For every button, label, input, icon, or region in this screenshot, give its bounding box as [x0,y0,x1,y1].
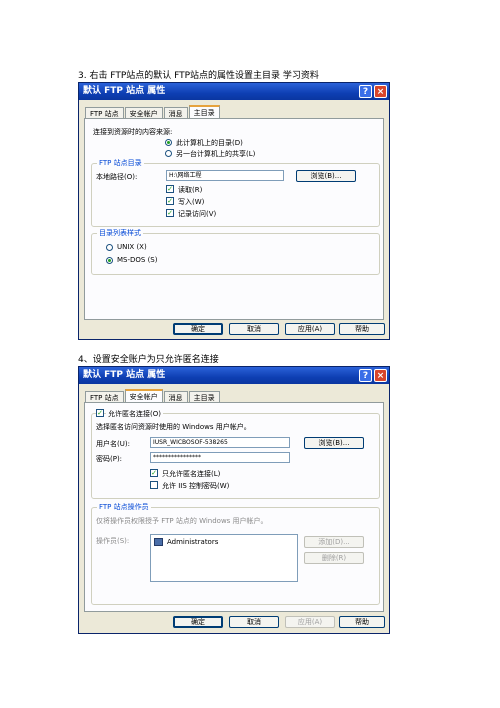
security-accounts-panel: ✓ 允许匿名连接(O) 选择匿名访问资源时使用的 Windows 用户帐户。 用… [84,402,384,612]
only-anonymous-label: 只允许匿名连接(L) [162,470,221,478]
group-title: FTP 站点操作员 [97,502,151,512]
allow-anonymous-label: 允许匿名连接(O) [106,409,163,419]
listing-style-group: 目录列表样式 UNIX (X) MS-DOS (S) [91,228,380,275]
help-icon[interactable]: ? [359,369,372,382]
select-account-text: 选择匿名访问资源时使用的 Windows 用户帐户。 [96,423,251,431]
iis-password-label: 允许 IIS 控制密码(W) [162,482,230,490]
operators-label: 操作员(S): [96,537,130,545]
only-anonymous-checkbox[interactable]: ✓ [150,469,158,477]
operators-description: 仅将操作员权限授予 FTP 站点的 Windows 用户帐户。 [96,517,268,525]
apply-button[interactable]: 应用(A) [285,323,335,335]
help-button[interactable]: 帮助 [339,323,385,335]
local-path-input[interactable]: H:\网络工程 [166,170,284,181]
cancel-button[interactable]: 取消 [229,616,279,628]
iis-password-checkbox[interactable] [150,481,158,489]
username-input[interactable]: IUSR_WICBOSOF-538265 [150,437,290,448]
source-label: 连接到资源时的内容来源: [93,128,173,136]
radio-msdos-label: MS-DOS (S) [117,256,158,264]
apply-button[interactable]: 应用(A) [285,616,335,628]
password-label: 密码(P): [96,455,123,463]
dialog-titlebar: 默认 FTP 站点 属性 ? × [79,83,389,100]
operator-list-item[interactable]: Administrators [167,538,218,546]
log-visits-checkbox[interactable]: ✓ [166,209,174,217]
operators-list[interactable]: Administrators [150,534,298,582]
local-path-label: 本地路径(O): [96,173,138,181]
dialog-title: 默认 FTP 站点 属性 [83,86,166,96]
write-label: 写入(W) [178,198,205,206]
step3-caption: 3. 右击 FTP站点的默认 FTP站点的属性设置主目录 学习资料 [78,71,319,81]
log-visits-label: 记录访问(V) [178,210,217,218]
tab-strip: FTP 站点 安全帐户 消息 主目录 [85,105,221,121]
read-label: 读取(R) [178,186,203,194]
radio-local-label: 此计算机上的目录(D) [176,139,243,147]
allow-anonymous-checkbox[interactable]: ✓ [96,409,104,417]
password-input[interactable]: **************** [150,452,290,463]
home-directory-panel: 连接到资源时的内容来源: 此计算机上的目录(D) 另一台计算机上的共享(L) F… [84,118,384,320]
radio-unix[interactable] [106,244,113,251]
anonymous-group: ✓ 允许匿名连接(O) 选择匿名访问资源时使用的 Windows 用户帐户。 用… [91,409,380,499]
radio-share[interactable] [165,150,172,157]
add-button[interactable]: 添加(D)... [304,536,364,548]
radio-local-directory[interactable] [165,139,172,146]
ftp-site-directory-group: FTP 站点目录 本地路径(O): H:\网络工程 浏览(B)... ✓ 读取(… [91,158,380,227]
properties-dialog-home-directory: 默认 FTP 站点 属性 ? × FTP 站点 安全帐户 消息 主目录 连接到资… [78,82,390,340]
write-checkbox[interactable]: ✓ [166,197,174,205]
group-title: FTP 站点目录 [97,158,144,168]
close-icon[interactable]: × [374,85,387,98]
cancel-button[interactable]: 取消 [229,323,279,335]
group-title: 目录列表样式 [97,228,143,238]
close-icon[interactable]: × [374,369,387,382]
tab-strip: FTP 站点 安全帐户 消息 主目录 [85,389,221,405]
step4-caption: 4、设置安全账户为只允许匿名连接 [78,355,219,365]
radio-msdos[interactable] [106,257,113,264]
operators-group: FTP 站点操作员 仅将操作员权限授予 FTP 站点的 Windows 用户帐户… [91,502,380,605]
remove-button[interactable]: 删除(R) [304,552,364,564]
ok-button[interactable]: 确定 [173,323,223,335]
username-label: 用户名(U): [96,440,130,448]
help-button[interactable]: 帮助 [339,616,385,628]
read-checkbox[interactable]: ✓ [166,185,174,193]
help-icon[interactable]: ? [359,85,372,98]
radio-unix-label: UNIX (X) [117,243,147,251]
ok-button[interactable]: 确定 [173,616,223,628]
browse-button[interactable]: 浏览(B)... [296,170,356,182]
radio-share-label: 另一台计算机上的共享(L) [176,150,256,158]
dialog-title: 默认 FTP 站点 属性 [83,370,166,380]
user-group-icon [154,538,163,546]
browse-button[interactable]: 浏览(B)... [304,437,364,449]
dialog-titlebar: 默认 FTP 站点 属性 ? × [79,367,389,384]
properties-dialog-security-accounts: 默认 FTP 站点 属性 ? × FTP 站点 安全帐户 消息 主目录 ✓ 允许… [78,366,390,634]
